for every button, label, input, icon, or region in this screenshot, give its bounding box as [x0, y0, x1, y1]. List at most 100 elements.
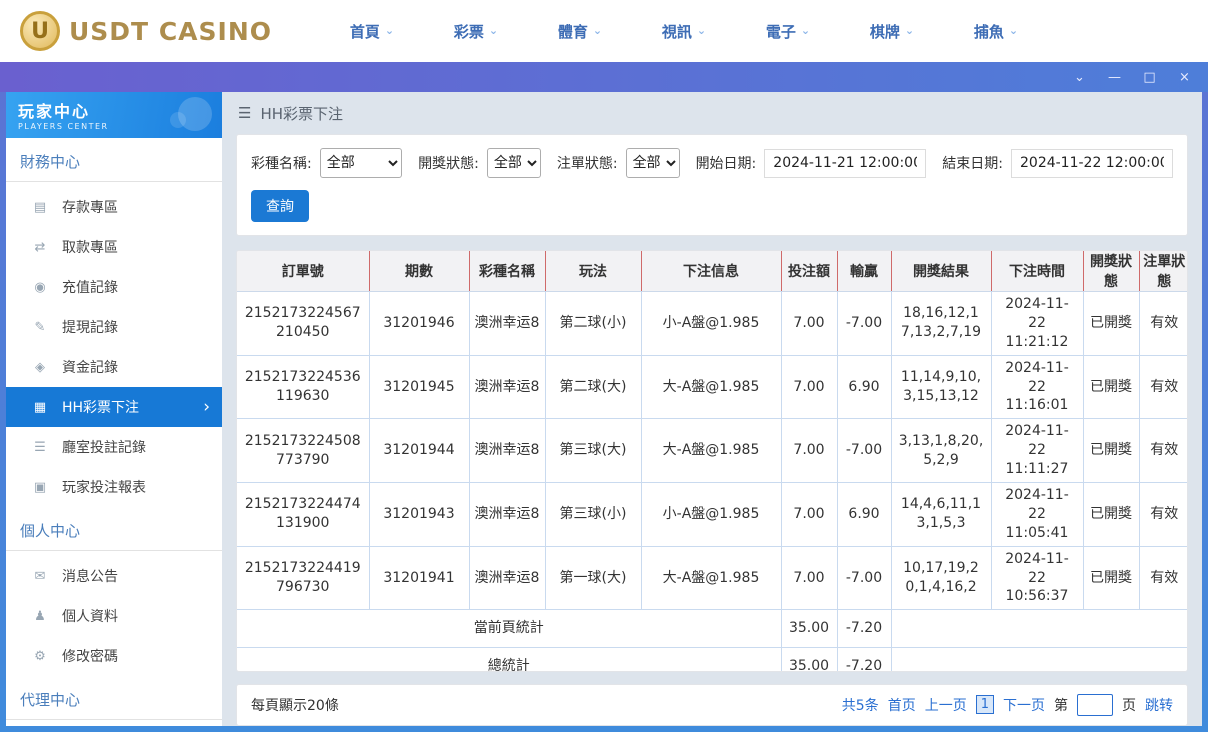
lottery-name-label: 彩種名稱: — [251, 156, 312, 172]
draw-status-label: 開獎狀態: — [418, 156, 479, 172]
column-header: 輸贏 — [837, 251, 892, 292]
nav-item-2[interactable]: 彩票 ⌄ — [424, 21, 528, 42]
first-page-link[interactable]: 首页 — [888, 695, 916, 715]
search-button[interactable]: 查詢 — [251, 190, 309, 222]
nav-item-5[interactable]: 電子 ⌄ — [736, 21, 840, 42]
nav-item-label: 視訊 — [661, 22, 692, 41]
total-count-text: 共5条 — [841, 697, 879, 714]
cell-amount: 7.00 — [780, 291, 838, 356]
summary-winloss: -7.20 — [836, 647, 892, 671]
funds-record-icon: ◈ — [35, 359, 45, 375]
cell-order_no: 2152173224536119630 — [237, 354, 370, 420]
cell-order_status: 有效 — [1138, 291, 1187, 356]
sidebar-item[interactable]: ▣ 玩家投注報表 — [6, 467, 222, 507]
sidebar-section-title: 個人中心 — [6, 507, 222, 551]
sidebar-item[interactable]: ▤ 存款專區 — [6, 187, 222, 227]
cell-period: 31201946 — [368, 291, 470, 356]
top-nav: 首頁 ⌄ 彩票 ⌄ 體育 ⌄ 視訊 ⌄ 電子 ⌄ 棋牌 ⌄ 捕魚 ⌄ — [320, 21, 1048, 42]
sidebar: 玩家中心 PLAYERS CENTER 財務中心 ▤ 存款專區 ⇄ 取款專區 ◉ 充值記錄 ✎… — [6, 92, 222, 726]
password-icon: ⚙ — [34, 648, 46, 664]
cell-time: 2024-11-22 11:16:01 — [990, 354, 1084, 420]
sidebar-item[interactable]: ☰ 廳室投註記錄 — [6, 427, 222, 467]
cell-order_no: 2152173224419796730 — [237, 545, 370, 611]
next-page-link[interactable]: 下一页 — [1003, 695, 1045, 715]
table-row: 2152173224536119630 31201945 澳洲幸运8 第二球(大) 大-… — [237, 354, 1187, 420]
chevron-down-button[interactable]: ⌄ — [1072, 71, 1087, 84]
jump-page-input[interactable] — [1077, 693, 1113, 716]
sidebar-item-label: 存款專區 — [62, 200, 118, 216]
cell-lottery: 澳洲幸运8 — [468, 291, 546, 356]
cell-time: 2024-11-22 10:56:37 — [990, 545, 1084, 611]
cell-result: 18,16,12,17,13,2,7,19 — [890, 291, 992, 356]
chevron-right-icon: › — [203, 396, 210, 417]
sidebar-item[interactable]: ✎ 提現記錄 — [6, 307, 222, 347]
sidebar-item-label: 提現記錄 — [62, 320, 118, 336]
hamburger-icon[interactable]: ☰ — [238, 104, 251, 122]
cell-lottery: 澳洲幸运8 — [468, 354, 546, 420]
summary-empty — [890, 647, 1187, 671]
lottery-name-select[interactable]: 全部 — [319, 148, 403, 178]
column-header: 開獎結果 — [891, 251, 992, 292]
filter-panel: 彩種名稱: 全部 開獎狀態: 全部 注單狀態: 全部 開始日期: 結束日期: — [236, 134, 1188, 236]
cell-period: 31201941 — [368, 545, 470, 611]
cell-result: 10,17,19,20,1,4,16,2 — [890, 545, 992, 611]
nav-item-label: 體育 — [557, 22, 588, 41]
minimize-button[interactable]: — — [1107, 71, 1122, 84]
close-button[interactable]: × — [1177, 71, 1192, 84]
nav-item-1[interactable]: 首頁 ⌄ — [320, 21, 424, 42]
cell-order_status: 有效 — [1138, 354, 1187, 420]
start-date-input[interactable] — [764, 148, 927, 178]
cell-draw_status: 已開獎 — [1082, 418, 1140, 484]
cell-period: 31201943 — [368, 482, 470, 547]
jump-button[interactable]: 跳转 — [1145, 695, 1173, 715]
nav-item-7[interactable]: 捕魚 ⌄ — [944, 21, 1048, 42]
sidebar-item[interactable]: ♟ 個人資料 — [6, 596, 222, 636]
cell-lottery: 澳洲幸运8 — [468, 545, 546, 611]
sidebar-item-label: 取款專區 — [62, 240, 118, 256]
jump-suffix-label: 页 — [1122, 697, 1136, 714]
cell-win_loss: 6.90 — [836, 354, 892, 420]
sidebar-item-label: 資金記錄 — [62, 360, 118, 376]
table-header-row: 訂單號 期數 彩種名稱 玩法 下注信息 投注額 輸贏 開獎結果 下注時間 開獎狀態 注單狀態 — [237, 251, 1187, 292]
sidebar-item[interactable]: ◉ 充值記錄 — [6, 267, 222, 307]
deposit-icon: ▤ — [33, 199, 47, 215]
sidebar-item[interactable]: ▦ HH彩票下注 › — [6, 387, 222, 427]
cell-order_status: 有效 — [1138, 482, 1187, 547]
nav-item-3[interactable]: 體育 ⌄ — [528, 21, 632, 42]
cell-play: 第二球(大) — [544, 354, 642, 420]
nav-item-6[interactable]: 棋牌 ⌄ — [840, 21, 944, 42]
summary-amount: 35.00 — [780, 609, 838, 649]
recharge-record-icon: ◉ — [34, 279, 46, 295]
nav-item-label: 棋牌 — [869, 22, 900, 41]
page-title: HH彩票下注 — [260, 104, 344, 123]
nav-item-label: 彩票 — [453, 22, 484, 41]
announcement-icon: ✉ — [34, 568, 46, 584]
cell-draw_status: 已開獎 — [1082, 354, 1140, 420]
cell-result: 3,13,1,8,20,5,2,9 — [890, 418, 992, 484]
order-status-select[interactable]: 全部 — [625, 148, 680, 178]
sidebar-item[interactable]: ◈ 資金記錄 — [6, 347, 222, 387]
jump-prefix-label: 第 — [1054, 697, 1068, 714]
maximize-button[interactable]: □ — [1142, 71, 1157, 84]
table-body: 2152173224567210450 31201946 澳洲幸运8 第二球(小) 小-… — [237, 291, 1187, 671]
cell-period: 31201944 — [368, 418, 470, 484]
sidebar-item[interactable]: ⇄ 取款專區 — [6, 227, 222, 267]
draw-status-select[interactable]: 全部 — [486, 148, 541, 178]
cell-time: 2024-11-22 11:21:12 — [990, 291, 1084, 356]
cell-draw_status: 已開獎 — [1082, 482, 1140, 547]
chevron-down-icon: ⌄ — [904, 23, 915, 37]
lottery-bets-icon: ▦ — [33, 399, 47, 415]
current-page-badge[interactable]: 1 — [975, 695, 994, 715]
summary-row: 當前頁統計 35.00 -7.20 — [237, 609, 1187, 649]
sidebar-item[interactable]: ⚙ 修改密碼 — [6, 636, 222, 676]
nav-item-label: 捕魚 — [973, 22, 1004, 41]
end-date-input[interactable] — [1011, 148, 1173, 178]
prev-page-link[interactable]: 上一页 — [925, 695, 967, 715]
cell-time: 2024-11-22 11:11:27 — [990, 418, 1084, 484]
cell-order_status: 有效 — [1138, 545, 1187, 611]
sidebar-item[interactable]: ✉ 消息公告 — [6, 556, 222, 596]
nav-item-4[interactable]: 視訊 ⌄ — [632, 21, 736, 42]
chevron-down-icon: ⌄ — [384, 23, 395, 37]
cell-order_no: 2152173224474131900 — [237, 482, 370, 547]
bets-table-card: 訂單號 期數 彩種名稱 玩法 下注信息 投注額 輸贏 開獎結果 下注時間 開獎狀態 注單狀態 215… — [236, 250, 1188, 672]
